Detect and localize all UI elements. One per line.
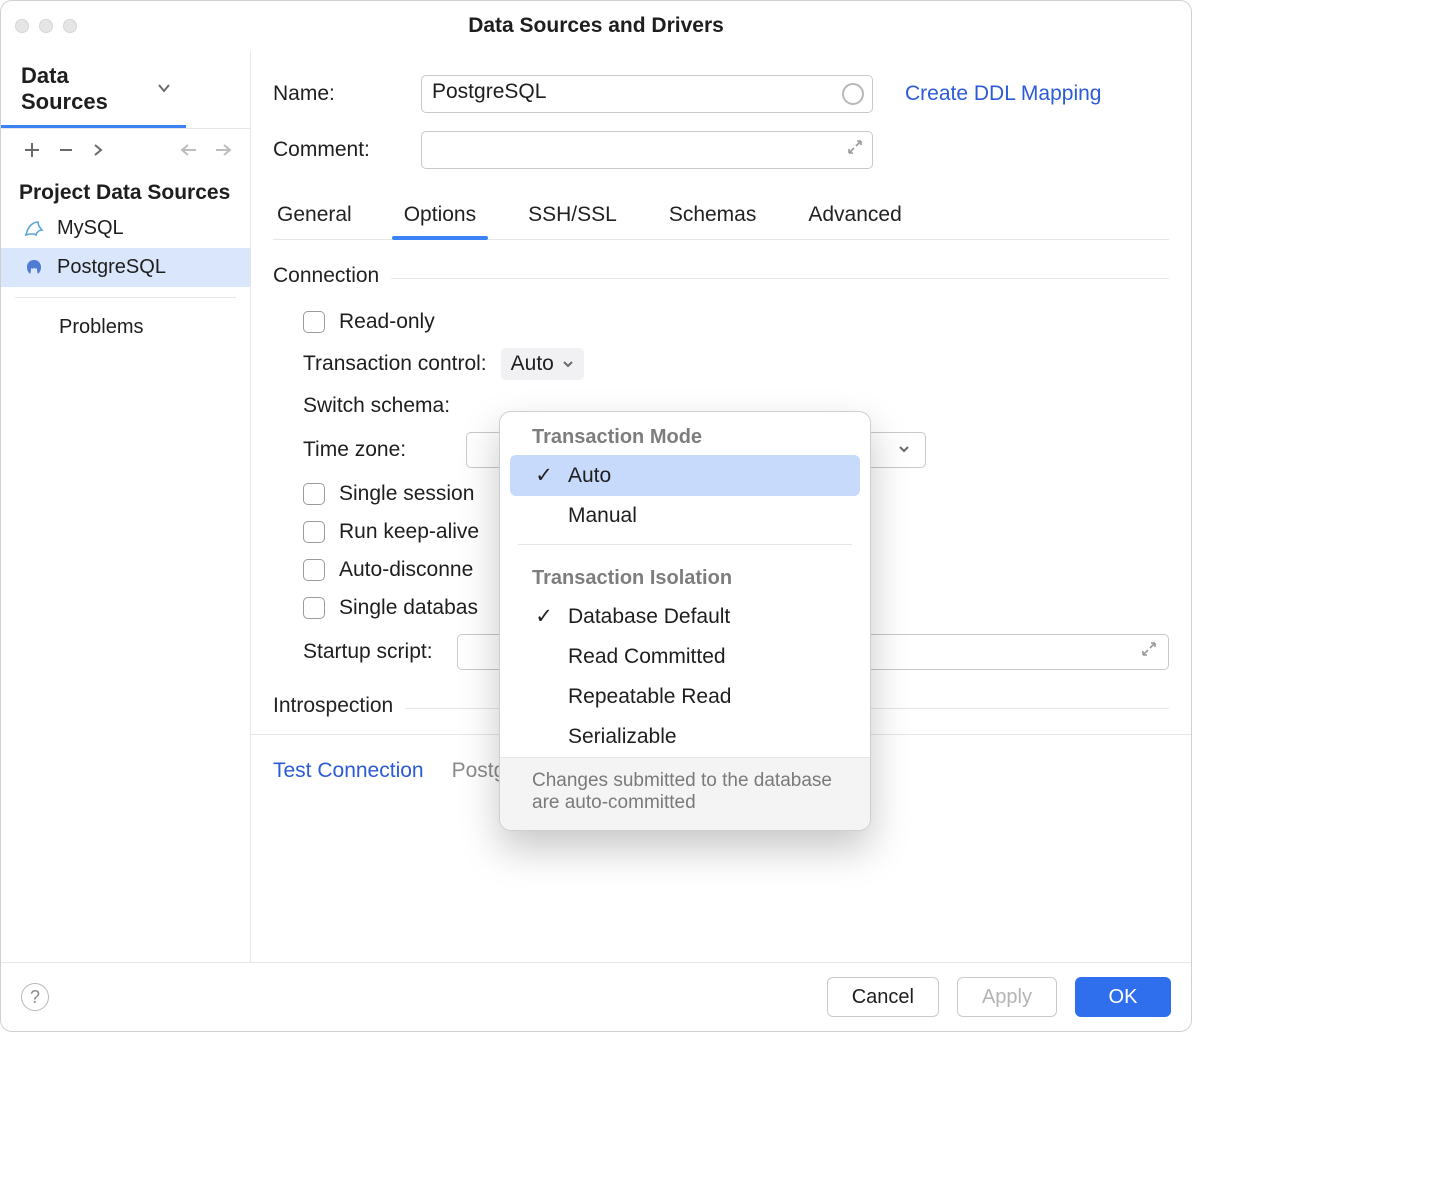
title-bar: Data Sources and Drivers bbox=[1, 1, 1191, 51]
mysql-icon bbox=[23, 218, 45, 240]
dialog-footer: ? Cancel Apply OK bbox=[1, 962, 1191, 1031]
sidebar-item-label: PostgreSQL bbox=[57, 256, 166, 279]
popup-footer-hint: Changes submitted to the database are au… bbox=[500, 757, 870, 830]
popup-divider bbox=[518, 544, 852, 545]
tab-advanced[interactable]: Advanced bbox=[804, 193, 905, 239]
popup-item-label: Serializable bbox=[568, 725, 677, 749]
isolation-read-committed[interactable]: Read Committed bbox=[500, 637, 870, 677]
connection-section-header: Connection bbox=[273, 264, 1169, 288]
check-icon: ✓ bbox=[534, 604, 554, 629]
tab-schemas[interactable]: Schemas bbox=[665, 193, 761, 239]
switch-schema-label: Switch schema: bbox=[303, 394, 450, 418]
test-connection-link[interactable]: Test Connection bbox=[273, 759, 424, 783]
expand-icon[interactable] bbox=[1140, 640, 1158, 664]
transaction-mode-header: Transaction Mode bbox=[500, 412, 870, 455]
transaction-mode-manual[interactable]: Manual bbox=[500, 496, 870, 536]
transaction-popup: Transaction Mode ✓ Auto Manual Transacti… bbox=[499, 411, 871, 831]
time-zone-label: Time zone: bbox=[303, 438, 406, 462]
postgresql-icon bbox=[23, 257, 45, 279]
sidebar-divider bbox=[15, 297, 236, 298]
chevron-down-icon bbox=[156, 76, 172, 102]
transaction-isolation-header: Transaction Isolation bbox=[500, 553, 870, 596]
sidebar-item-label: MySQL bbox=[57, 217, 124, 240]
dialog-window: Data Sources and Drivers Data Sources bbox=[0, 0, 1192, 1032]
sidebar-item-postgresql[interactable]: PostgreSQL bbox=[1, 248, 250, 287]
create-ddl-mapping-link[interactable]: Create DDL Mapping bbox=[905, 82, 1102, 106]
data-sources-label: Data Sources bbox=[21, 63, 146, 115]
remove-icon[interactable] bbox=[57, 141, 75, 159]
popup-item-label: Repeatable Read bbox=[568, 685, 731, 709]
single-session-checkbox[interactable] bbox=[303, 483, 325, 505]
window-title: Data Sources and Drivers bbox=[1, 14, 1191, 38]
auto-disconnect-label: Auto-disconne bbox=[339, 558, 473, 582]
introspection-section-label: Introspection bbox=[273, 694, 393, 718]
tab-ssh-ssl[interactable]: SSH/SSL bbox=[524, 193, 621, 239]
ok-button[interactable]: OK bbox=[1075, 977, 1171, 1017]
data-sources-tab[interactable]: Data Sources bbox=[1, 57, 186, 128]
popup-item-label: Auto bbox=[568, 464, 611, 488]
help-icon[interactable]: ? bbox=[21, 983, 49, 1011]
check-icon: ✓ bbox=[534, 463, 554, 488]
comment-label: Comment: bbox=[273, 138, 403, 162]
color-picker-icon[interactable] bbox=[842, 83, 864, 105]
name-label: Name: bbox=[273, 82, 403, 106]
single-database-label: Single databas bbox=[339, 596, 478, 620]
keep-alive-checkbox[interactable] bbox=[303, 521, 325, 543]
read-only-label: Read-only bbox=[339, 310, 435, 334]
connection-section-label: Connection bbox=[273, 264, 379, 288]
cancel-button[interactable]: Cancel bbox=[827, 977, 939, 1017]
popup-item-label: Database Default bbox=[568, 605, 730, 629]
name-input[interactable]: PostgreSQL bbox=[421, 75, 873, 113]
sidebar-toolbar bbox=[1, 128, 250, 171]
single-session-label: Single session bbox=[339, 482, 474, 506]
tab-general[interactable]: General bbox=[273, 193, 356, 239]
popup-item-label: Read Committed bbox=[568, 645, 726, 669]
apply-button[interactable]: Apply bbox=[957, 977, 1057, 1017]
popup-item-label: Manual bbox=[568, 504, 637, 528]
transaction-control-label: Transaction control: bbox=[303, 352, 487, 376]
nav-forward-icon[interactable] bbox=[214, 143, 232, 157]
expand-icon[interactable] bbox=[846, 138, 864, 162]
sidebar-item-problems[interactable]: Problems bbox=[1, 308, 250, 347]
sidebar: Data Sources bbox=[1, 51, 251, 962]
single-database-checkbox[interactable] bbox=[303, 597, 325, 619]
project-data-sources-header: Project Data Sources bbox=[1, 171, 250, 209]
isolation-serializable[interactable]: Serializable bbox=[500, 717, 870, 757]
chevron-right-icon[interactable] bbox=[91, 143, 105, 157]
add-icon[interactable] bbox=[23, 141, 41, 159]
startup-script-label: Startup script: bbox=[303, 640, 433, 664]
sidebar-item-mysql[interactable]: MySQL bbox=[1, 209, 250, 248]
chevron-down-icon bbox=[897, 438, 911, 462]
transaction-control-value: Auto bbox=[511, 352, 554, 376]
auto-disconnect-checkbox[interactable] bbox=[303, 559, 325, 581]
chevron-down-icon bbox=[562, 352, 574, 376]
sidebar-item-label: Problems bbox=[59, 316, 143, 339]
tabs: General Options SSH/SSL Schemas Advanced bbox=[273, 187, 1169, 240]
isolation-database-default[interactable]: ✓ Database Default bbox=[500, 596, 870, 637]
isolation-repeatable-read[interactable]: Repeatable Read bbox=[500, 677, 870, 717]
keep-alive-label: Run keep-alive bbox=[339, 520, 479, 544]
tab-options[interactable]: Options bbox=[400, 193, 480, 239]
name-value: PostgreSQL bbox=[432, 80, 546, 103]
transaction-mode-auto[interactable]: ✓ Auto bbox=[510, 455, 860, 496]
nav-back-icon[interactable] bbox=[180, 143, 198, 157]
comment-input[interactable] bbox=[421, 131, 873, 169]
read-only-checkbox[interactable] bbox=[303, 311, 325, 333]
transaction-control-select[interactable]: Auto bbox=[501, 348, 584, 380]
